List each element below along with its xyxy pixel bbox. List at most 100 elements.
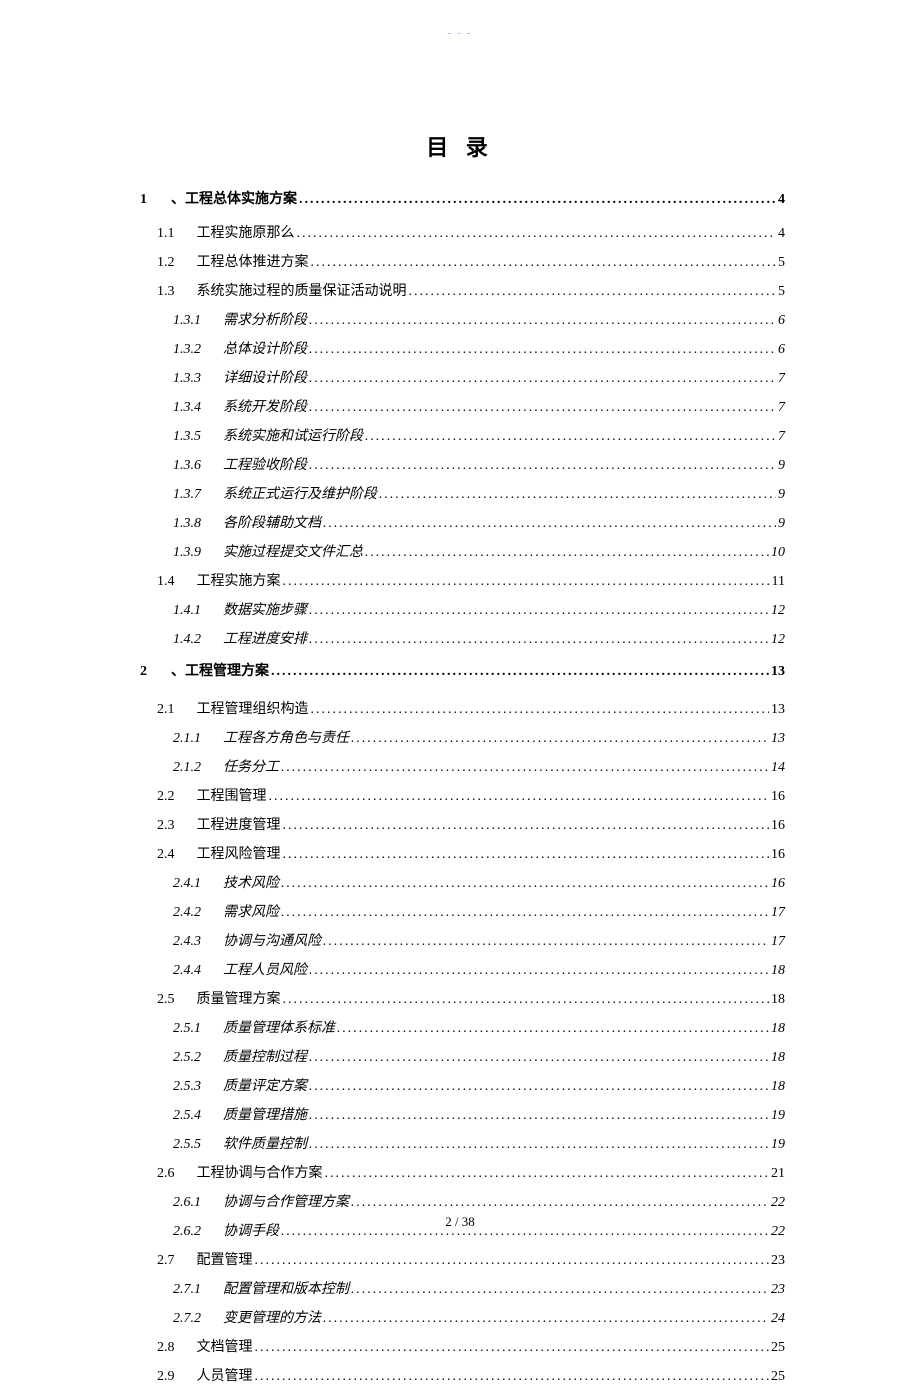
toc-entry[interactable]: 2.5.2质量控制过程18 — [135, 1046, 785, 1066]
toc-entry[interactable]: 2.7配置管理23 — [135, 1249, 785, 1269]
toc-entry[interactable]: 1.3.4系统开发阶段7 — [135, 396, 785, 416]
toc-entry[interactable]: 2.8文档管理25 — [135, 1336, 785, 1356]
toc-entry-label: 工程进度管理 — [197, 814, 281, 834]
toc-entry-page: 18 — [771, 1050, 785, 1066]
toc-entry[interactable]: 2.1工程管理组织构造13 — [135, 698, 785, 718]
toc-leader-dots — [255, 1369, 770, 1385]
toc-entry[interactable]: 2.5.3质量评定方案18 — [135, 1075, 785, 1095]
toc-entry-label: 系统开发阶段 — [223, 396, 307, 416]
toc-entry[interactable]: 1.3.9实施过程提交文件汇总10 — [135, 541, 785, 561]
toc-entry[interactable]: 2.1.2任务分工14 — [135, 756, 785, 776]
toc-entry-page: 16 — [771, 876, 785, 892]
toc-leader-dots — [281, 905, 769, 921]
toc-entry[interactable]: 2.1.1工程各方角色与责任13 — [135, 727, 785, 747]
toc-entry-page: 6 — [778, 342, 785, 358]
toc-entry-label: 工程实施方案 — [197, 570, 281, 590]
toc-leader-dots — [309, 1079, 769, 1095]
toc-entry-label: 协调与沟通风险 — [223, 930, 321, 950]
toc-leader-dots — [323, 934, 769, 950]
toc-entry[interactable]: 2、工程管理方案13 — [135, 660, 785, 680]
toc-entry[interactable]: 1、工程总体实施方案4 — [135, 188, 785, 208]
toc-leader-dots — [323, 516, 776, 532]
toc-leader-dots — [299, 192, 776, 208]
toc-entry-number: 2.5 — [157, 992, 175, 1008]
toc-entry-page: 24 — [771, 1311, 785, 1327]
toc-entry-number: 1.3.4 — [173, 400, 201, 416]
toc-leader-dots — [309, 342, 776, 358]
toc-entry[interactable]: 1.4.2工程进度安排12 — [135, 628, 785, 648]
toc-leader-dots — [365, 429, 776, 445]
toc-entry-page: 13 — [771, 664, 785, 680]
toc-entry[interactable]: 1.3系统实施过程的质量保证活动说明5 — [135, 280, 785, 300]
toc-entry[interactable]: 2.9人员管理25 — [135, 1365, 785, 1385]
toc-entry-page: 21 — [771, 1166, 785, 1182]
toc-leader-dots — [323, 1311, 769, 1327]
toc-entry[interactable]: 2.2工程围管理16 — [135, 785, 785, 805]
toc-entry-number: 1.3.7 — [173, 487, 201, 503]
toc-entry-page: 5 — [778, 255, 785, 271]
toc-entry[interactable]: 1.1工程实施原那么4 — [135, 222, 785, 242]
toc-entry[interactable]: 2.7.1配置管理和版本控制23 — [135, 1278, 785, 1298]
toc-entry-number: 1.4 — [157, 574, 175, 590]
toc-leader-dots — [379, 487, 776, 503]
toc-entry-page: 12 — [771, 603, 785, 619]
toc-entry[interactable]: 2.4.4工程人员风险18 — [135, 959, 785, 979]
toc-entry[interactable]: 1.4 工程实施方案 11 — [135, 570, 785, 590]
toc-entry-number: 1 — [140, 192, 147, 208]
toc-leader-dots — [309, 458, 776, 474]
toc-leader-dots — [325, 1166, 770, 1182]
toc-entry[interactable]: 2.3工程进度管理16 — [135, 814, 785, 834]
toc-leader-dots — [283, 992, 770, 1008]
toc-entry[interactable]: 1.2工程总体推进方案5 — [135, 251, 785, 271]
toc-entry-number: 1.3.8 — [173, 516, 201, 532]
toc-leader-dots — [309, 603, 769, 619]
toc-entry[interactable]: 2.5质量管理方案18 — [135, 988, 785, 1008]
toc-entry-page: 5 — [778, 284, 785, 300]
toc-entry-label: 工程各方角色与责任 — [223, 727, 349, 747]
toc-entry-number: 2.7.1 — [173, 1282, 201, 1298]
toc-entry-number: 2.4.3 — [173, 934, 201, 950]
toc-entry-label: 工程人员风险 — [223, 959, 307, 979]
toc-entry-number: 2.5.2 — [173, 1050, 201, 1066]
toc-entry-page: 11 — [772, 574, 785, 590]
toc-entry-page: 18 — [771, 1079, 785, 1095]
toc-entry[interactable]: 2.4.1技术风险16 — [135, 872, 785, 892]
toc-entry[interactable]: 1.3.8各阶段辅助文档9 — [135, 512, 785, 532]
header-mark: - - - — [448, 28, 473, 39]
toc-entry-number: 2.9 — [157, 1369, 175, 1385]
toc-entry[interactable]: 2.4工程风险管理16 — [135, 843, 785, 863]
toc-entry-number: 1.3.3 — [173, 371, 201, 387]
toc-entry-number: 1.4.2 — [173, 632, 201, 648]
toc-entry[interactable]: 2.6.1协调与合作管理方案22 — [135, 1191, 785, 1211]
toc-leader-dots — [309, 371, 776, 387]
toc-entry[interactable]: 1.3.1需求分析阶段6 — [135, 309, 785, 329]
toc-entry[interactable]: 2.6工程协调与合作方案21 — [135, 1162, 785, 1182]
toc-entry[interactable]: 1.4.1数据实施步骤12 — [135, 599, 785, 619]
toc-entry[interactable]: 2.5.4质量管理措施19 — [135, 1104, 785, 1124]
toc-entry[interactable]: 1.3.6工程验收阶段9 — [135, 454, 785, 474]
toc-leader-dots — [409, 284, 777, 300]
toc-leader-dots — [309, 313, 776, 329]
toc-entry-page: 9 — [778, 458, 785, 474]
toc-entry-number: 2.2 — [157, 789, 175, 805]
toc-leader-dots — [311, 255, 777, 271]
toc-entry[interactable]: 1.3.3详细设计阶段7 — [135, 367, 785, 387]
toc-entry[interactable]: 2.4.2需求风险17 — [135, 901, 785, 921]
toc-entry-number: 2.6.1 — [173, 1195, 201, 1211]
toc-entry-label: 、工程管理方案 — [171, 660, 269, 680]
toc-entry[interactable]: 1.3.5系统实施和试运行阶段7 — [135, 425, 785, 445]
toc-entry-page: 16 — [771, 847, 785, 863]
toc-entry-label: 需求风险 — [223, 901, 279, 921]
toc-entry[interactable]: 1.3.7系统正式运行及维护阶段9 — [135, 483, 785, 503]
toc-entry[interactable]: 2.5.1质量管理体系标准18 — [135, 1017, 785, 1037]
toc-entry[interactable]: 2.7.2变更管理的方法24 — [135, 1307, 785, 1327]
toc-entry-number: 1.3.2 — [173, 342, 201, 358]
toc-entry[interactable]: 2.4.3协调与沟通风险17 — [135, 930, 785, 950]
toc-entry-number: 2.7 — [157, 1253, 175, 1269]
toc-leader-dots — [309, 1050, 769, 1066]
toc-entry[interactable]: 2.5.5软件质量控制19 — [135, 1133, 785, 1153]
toc-entry-page: 4 — [778, 226, 785, 242]
toc-entry-page: 13 — [771, 702, 785, 718]
toc-entry-number: 2.5.1 — [173, 1021, 201, 1037]
toc-entry[interactable]: 1.3.2总体设计阶段6 — [135, 338, 785, 358]
